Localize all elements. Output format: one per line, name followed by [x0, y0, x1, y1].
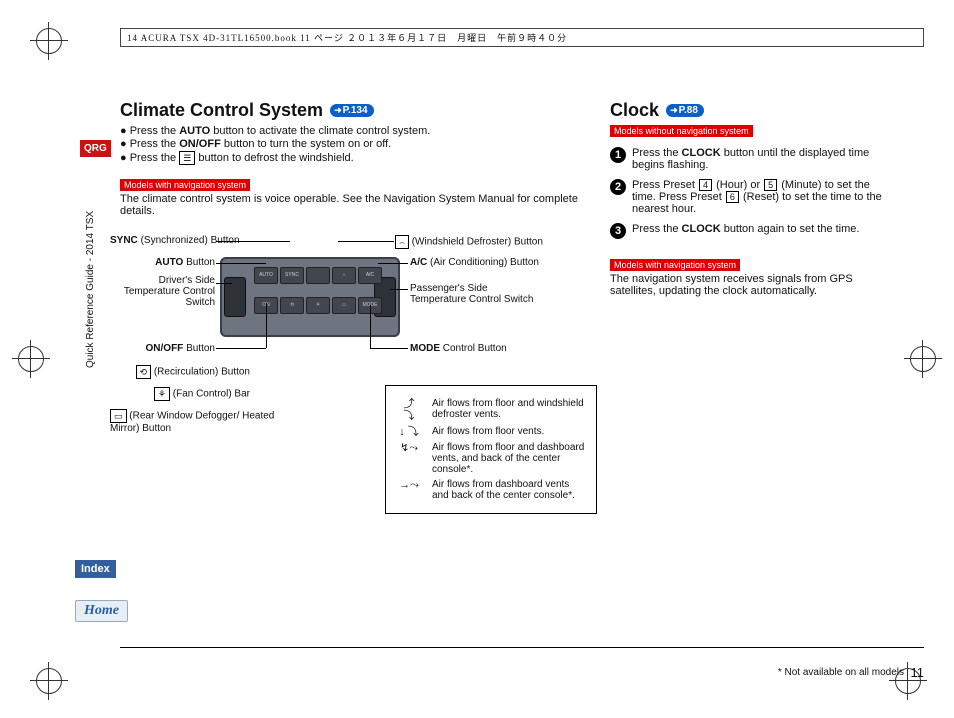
- label-mode: MODE Control Button: [410, 343, 507, 354]
- label-onoff: ON/OFF Button: [110, 343, 215, 354]
- tab-qrg[interactable]: QRG: [80, 140, 111, 157]
- crop-mark: [36, 28, 62, 54]
- climate-page-ref[interactable]: P.134: [330, 104, 373, 117]
- legend-icon: →⤳: [396, 479, 422, 501]
- page-number: 11: [911, 665, 925, 680]
- crop-mark: [36, 668, 62, 694]
- climate-title: Climate Control System: [120, 100, 323, 120]
- step-number: 2: [610, 179, 626, 195]
- nav-note: The climate control system is voice oper…: [120, 193, 580, 217]
- with-nav-text: The navigation system receives signals f…: [610, 273, 890, 297]
- clock-title: Clock: [610, 100, 659, 120]
- label-passenger: Passenger's Side Temperature Control Swi…: [410, 283, 540, 305]
- tab-index[interactable]: Index: [75, 560, 116, 578]
- legend-icon: ↓ ⤵: [396, 426, 422, 438]
- legend-text: Air flows from floor and dashboard vents…: [432, 442, 586, 475]
- clock-section: Clock P.88 Models without navigation sys…: [610, 100, 890, 440]
- legend-text: Air flows from floor and windshield defr…: [432, 398, 586, 422]
- climate-panel-graphic: AUTO SYNC ⌢ A/C ON ⟲ ⚘ ▭ MODE: [220, 257, 400, 337]
- clock-step-2: 2 Press Preset 4 (Hour) or 5 (Minute) to…: [610, 179, 890, 215]
- with-nav-tag: Models with navigation system: [610, 259, 740, 271]
- without-nav-tag: Models without navigation system: [610, 125, 753, 137]
- label-sync: SYNC (Synchronized) Button: [110, 235, 215, 246]
- label-recirc: ⟲ (Recirculation) Button: [110, 365, 250, 379]
- sidebar-guide-text: Quick Reference Guide - 2014 TSX: [85, 168, 96, 368]
- climate-bullets: Press the AUTO button to activate the cl…: [120, 125, 580, 165]
- footer-rule: [120, 647, 924, 648]
- crop-mark: [18, 346, 44, 372]
- label-auto: AUTO Button: [110, 257, 215, 268]
- home-button[interactable]: Home: [75, 600, 128, 622]
- legend-text: Air flows from floor vents.: [432, 426, 586, 438]
- label-driver: Driver's Side Temperature Control Switch: [110, 275, 215, 308]
- climate-section: Climate Control System P.134 Press the A…: [120, 100, 580, 440]
- footnote: * Not available on all models: [778, 667, 904, 678]
- step-number: 3: [610, 223, 626, 239]
- legend-text: Air flows from dashboard vents and back …: [432, 479, 586, 501]
- legend-icon: ↯⤳: [396, 442, 422, 475]
- clock-step-3: 3 Press the CLOCK button again to set th…: [610, 223, 890, 239]
- label-defrost: ⌢ (Windshield Defroster) Button: [395, 235, 543, 249]
- step-number: 1: [610, 147, 626, 163]
- header-line: 14 ACURA TSX 4D-31TL16500.book 11 ページ ２０…: [120, 28, 924, 47]
- label-fan: ⚘ (Fan Control) Bar: [110, 387, 250, 401]
- label-rear: ▭ (Rear Window Defogger/ Heated Mirror) …: [110, 409, 280, 434]
- airflow-legend: ⤴⤵ Air flows from floor and windshield de…: [385, 385, 597, 514]
- nav-models-tag: Models with navigation system: [120, 179, 250, 191]
- label-ac: A/C (Air Conditioning) Button: [410, 257, 540, 268]
- clock-page-ref[interactable]: P.88: [666, 104, 704, 117]
- legend-icon: ⤴⤵: [396, 398, 422, 422]
- clock-step-1: 1 Press the CLOCK button until the displ…: [610, 147, 890, 171]
